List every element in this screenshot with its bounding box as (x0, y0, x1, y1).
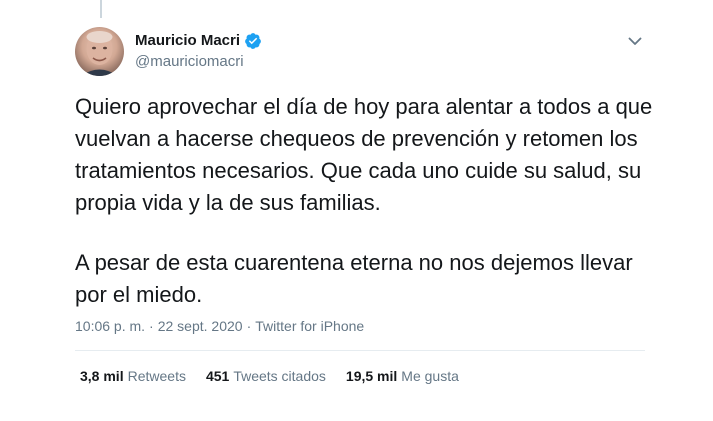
author-name-row: Mauricio Macri (135, 32, 262, 50)
more-options-button[interactable] (624, 32, 646, 50)
tweet-paragraph: A pesar de esta cuarentena eterna no nos… (75, 250, 633, 307)
avatar[interactable] (75, 27, 124, 76)
meta-separator: · (149, 318, 154, 334)
meta-separator: · (246, 318, 252, 334)
likes-stat[interactable]: 19,5 mil Me gusta (346, 367, 459, 385)
tweet-paragraph: Quiero aprovechar el día de hoy para ale… (75, 94, 653, 215)
tweet-date-link[interactable]: 22 sept. 2020 (158, 317, 243, 335)
tweet-source-link[interactable]: Twitter for iPhone (255, 317, 364, 335)
tweet-time-link[interactable]: 10:06 p. m. (75, 317, 145, 335)
thread-connector-line (100, 0, 102, 18)
retweets-stat[interactable]: 3,8 mil Retweets (80, 367, 186, 385)
quote-tweets-label: Tweets citados (233, 368, 326, 384)
tweet-metadata: 10:06 p. m. · 22 sept. 2020 · Twitter fo… (75, 317, 364, 335)
quote-tweets-stat[interactable]: 451 Tweets citados (206, 367, 326, 385)
tweet-stats: 3,8 mil Retweets 451 Tweets citados 19,5… (80, 367, 459, 385)
quote-tweets-count: 451 (205, 368, 230, 384)
likes-count: 19,5 mil (345, 368, 398, 384)
author-display-name[interactable]: Mauricio Macri (135, 32, 240, 50)
retweets-label: Retweets (127, 368, 186, 384)
retweets-count: 3,8 mil (80, 368, 124, 384)
chevron-down-icon (628, 37, 642, 45)
tweet-body: Quiero aprovechar el día de hoy para ale… (75, 91, 655, 311)
verified-badge-icon (244, 32, 262, 50)
avatar-portrait-icon (81, 31, 118, 76)
divider (75, 350, 645, 351)
likes-label: Me gusta (401, 368, 459, 384)
author-handle[interactable]: @mauriciomacri (135, 53, 244, 71)
